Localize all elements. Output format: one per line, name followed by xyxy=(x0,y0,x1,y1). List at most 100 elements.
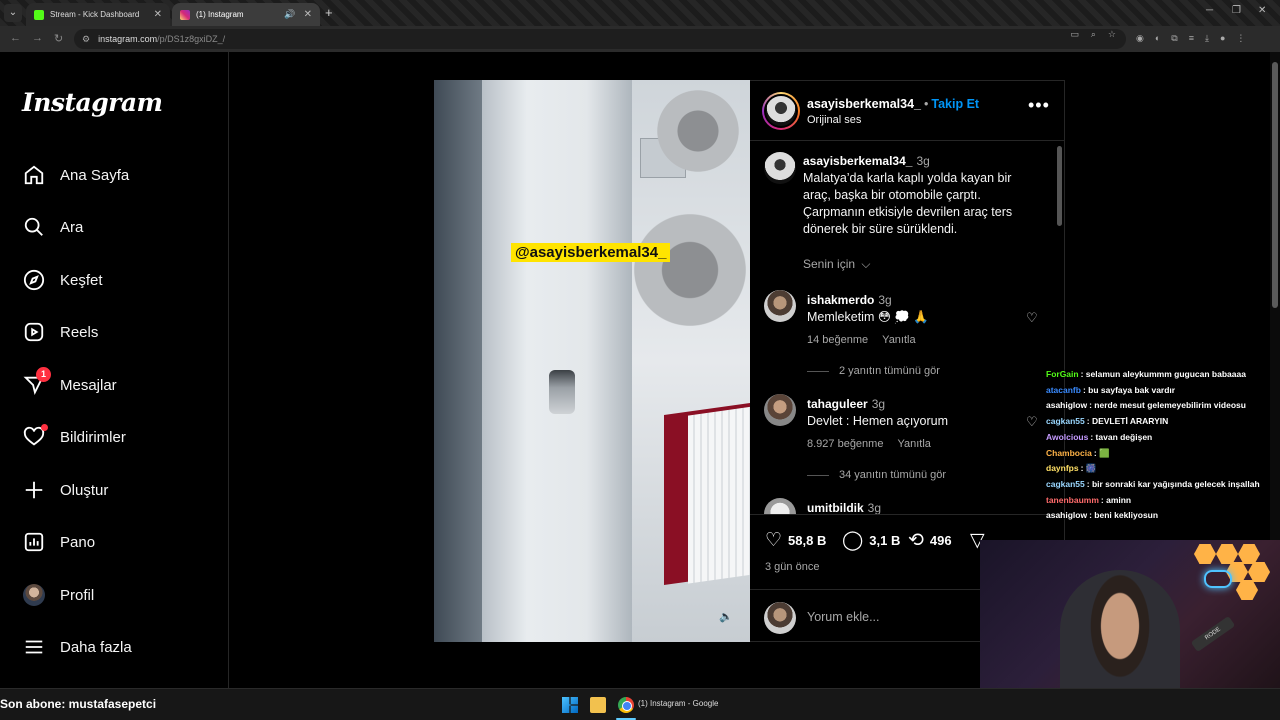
comment-input[interactable]: Yorum ekle... xyxy=(807,610,880,624)
extension-icon[interactable]: ◉ xyxy=(1136,33,1144,44)
plus-icon xyxy=(22,478,46,502)
notification-dot xyxy=(41,424,48,431)
comment-like-heart-icon[interactable]: ♡ xyxy=(1026,414,1038,430)
sidebar-item-more[interactable]: Daha fazla xyxy=(22,632,132,662)
instagram-logo[interactable]: Instagram xyxy=(22,88,163,117)
sidebar-item-profile[interactable]: Profil xyxy=(22,580,94,610)
chat-text: : 🟩 xyxy=(1093,447,1110,458)
comment-username[interactable]: tahaguleer xyxy=(807,397,868,411)
comment-avatar[interactable] xyxy=(764,290,796,322)
comment-username[interactable]: ishakmerdo xyxy=(807,293,874,307)
taskbar: Son abone: mustafasepetci (1) Instagram … xyxy=(0,688,1280,720)
chat-text: : selamun aleykummm gugucan babaaaa xyxy=(1080,369,1246,379)
comment-likes[interactable]: 14 beğenme xyxy=(807,334,868,346)
close-window-icon[interactable]: ✕ xyxy=(1258,5,1266,16)
view-replies-button[interactable]: 34 yanıtın tümünü gör xyxy=(807,469,946,481)
caption-username: asayisberkemal34_ 3g xyxy=(803,154,930,168)
forward-icon[interactable]: → xyxy=(32,32,43,44)
chat-message: Chambocia: 🟩 xyxy=(1046,446,1268,462)
author-avatar[interactable] xyxy=(762,92,800,130)
caption-avatar[interactable] xyxy=(764,152,796,184)
back-icon[interactable]: ← xyxy=(10,32,21,44)
maximize-icon[interactable]: ❐ xyxy=(1232,5,1241,16)
instagram-favicon-icon xyxy=(180,9,190,20)
kick-favicon-icon xyxy=(34,9,44,20)
close-tab-icon[interactable]: ✕ xyxy=(304,9,312,20)
compass-icon xyxy=(22,268,46,292)
sidebar-item-messages[interactable]: 1 Mesajlar xyxy=(22,367,117,400)
bookmark-star-icon[interactable]: ☆ xyxy=(1108,29,1116,40)
sidebar-item-label: Mesajlar xyxy=(60,376,117,394)
caption-user[interactable]: asayisberkemal34_ xyxy=(803,154,912,168)
author-username[interactable]: asayisberkemal34_ xyxy=(807,97,921,111)
more-options-icon[interactable]: ••• xyxy=(1028,95,1050,116)
comment-button[interactable]: ◯ 3,1 B xyxy=(842,529,900,552)
new-tab-button[interactable]: + xyxy=(325,5,333,20)
file-explorer-icon[interactable] xyxy=(590,697,606,713)
sidebar-item-home[interactable]: Ana Sayfa xyxy=(22,160,129,190)
replies-line xyxy=(807,370,829,372)
video-frame-wall xyxy=(434,80,482,642)
comment-avatar[interactable] xyxy=(764,394,796,426)
view-replies-button[interactable]: 2 yanıtın tümünü gör xyxy=(807,365,940,377)
url-bar[interactable]: ⚙ instagram.com/p/DS1z8gxiDZ_/ xyxy=(74,29,1126,49)
sidebar-item-reels[interactable]: Reels xyxy=(22,317,98,347)
profile-icon[interactable]: ● xyxy=(1220,33,1225,44)
windows-start-icon[interactable] xyxy=(562,697,578,713)
repost-button[interactable]: ⟲ 496 xyxy=(908,529,952,552)
heart-icon: ♡ xyxy=(765,530,783,551)
video-watermark: @asayisberkemal34_ xyxy=(511,243,671,262)
media-icon[interactable]: ≡ xyxy=(1189,33,1194,44)
comment-username[interactable]: umitbildik xyxy=(807,501,864,514)
hex-light xyxy=(1248,562,1270,582)
sidebar-item-dashboard[interactable]: Pano xyxy=(22,527,95,557)
video-frame-car xyxy=(549,370,575,414)
taskbar-active-window[interactable]: (1) Instagram - Google C xyxy=(638,699,718,708)
tab-audio-icon[interactable]: 🔊 xyxy=(284,9,295,20)
kebab-menu-icon[interactable]: ⋮ xyxy=(1236,33,1245,44)
url-site: instagram.com xyxy=(98,34,158,44)
reload-icon[interactable]: ↻ xyxy=(54,32,63,45)
like-button[interactable]: ♡ 58,8 B xyxy=(765,529,826,552)
hex-light xyxy=(1236,580,1258,600)
sidebar-item-search[interactable]: Ara xyxy=(22,212,83,242)
chat-username: Chambocia xyxy=(1046,447,1092,458)
video-frame-road xyxy=(482,80,632,642)
cast-icon[interactable]: ▭ xyxy=(1070,29,1079,40)
tab-label: (1) Instagram xyxy=(196,10,244,19)
minimize-icon[interactable]: ─ xyxy=(1206,5,1213,16)
chrome-icon[interactable] xyxy=(618,697,634,713)
post-date: 3 gün önce xyxy=(765,561,820,573)
extension-icon[interactable]: ◐ xyxy=(1155,33,1160,44)
comment-likes[interactable]: 8.927 beğenme xyxy=(807,438,883,450)
puzzle-icon[interactable]: ⧉ xyxy=(1171,33,1177,44)
sort-dropdown[interactable]: Senin için ⌵ xyxy=(803,257,870,272)
follow-button[interactable]: Takip Et xyxy=(931,97,979,111)
chat-message: ForGain: selamun aleykummm gugucan babaa… xyxy=(1046,367,1268,383)
browser-tab-strip: ⌄ Stream - Kick Dashboard ✕ (1) Instagra… xyxy=(0,0,1280,26)
repost-icon: ⟲ xyxy=(908,530,924,551)
audio-label[interactable]: Orijinal ses xyxy=(807,114,861,126)
zoom-icon[interactable]: ⌕ xyxy=(1091,29,1096,40)
home-icon xyxy=(22,163,46,187)
sidebar-item-create[interactable]: Oluştur xyxy=(22,475,108,505)
comment-avatar[interactable] xyxy=(764,498,796,514)
downloads-icon[interactable]: ⤓ xyxy=(1205,33,1209,44)
tab-search-chevron-icon[interactable]: ⌄ xyxy=(4,4,22,22)
sidebar-item-notifications[interactable]: Bildirimler xyxy=(22,422,126,452)
comment-like-heart-icon[interactable]: ♡ xyxy=(1026,310,1038,326)
sidebar-item-explore[interactable]: Keşfet xyxy=(22,265,103,295)
sidebar-item-label: Ara xyxy=(60,218,84,236)
reply-button[interactable]: Yanıtla xyxy=(882,334,915,346)
close-tab-icon[interactable]: ✕ xyxy=(154,9,162,20)
chat-username: atacanfb xyxy=(1046,384,1081,395)
post-header: asayisberkemal34_ • Takip Et Orijinal ses … xyxy=(750,81,1065,141)
tab-instagram[interactable]: (1) Instagram 🔊 ✕ xyxy=(172,3,320,26)
reply-button[interactable]: Yanıtla xyxy=(897,438,930,450)
chevron-down-icon: ⌵ xyxy=(861,257,871,271)
post-video[interactable]: @asayisberkemal34_ 🔈 xyxy=(434,80,750,642)
mute-icon[interactable]: 🔈 xyxy=(718,610,734,626)
gamepad-neon-icon xyxy=(1204,570,1232,588)
site-info-icon[interactable]: ⚙ xyxy=(82,34,90,45)
tab-kick-dashboard[interactable]: Stream - Kick Dashboard ✕ xyxy=(26,3,170,26)
